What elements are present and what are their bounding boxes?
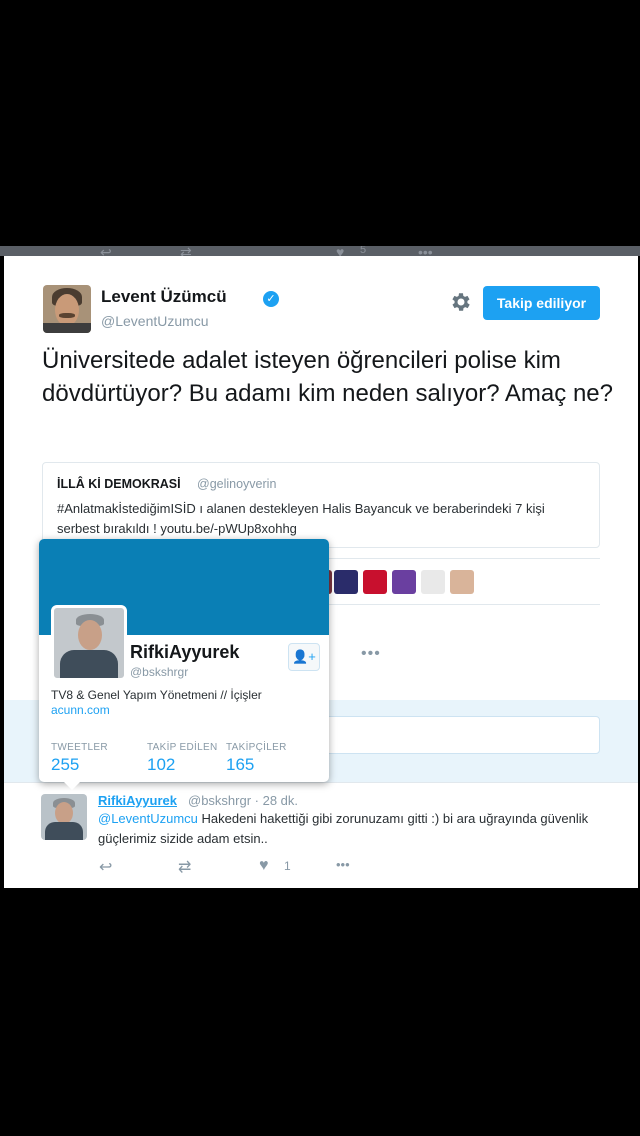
quote-text: #AnlatmakİstediğimISİD ı alanen destekle… bbox=[57, 501, 545, 536]
reply-author-name[interactable]: RifkiAyyurek bbox=[98, 793, 177, 808]
mention-link[interactable]: @LeventUzumcu bbox=[98, 811, 198, 826]
author-name[interactable]: Levent Üzümcü bbox=[101, 287, 227, 307]
profile-hover-card[interactable]: RifkiAyyurek @bskshrgr 👤+ TV8 & Genel Ya… bbox=[39, 539, 329, 790]
author-handle[interactable]: @LeventUzumcu bbox=[101, 313, 209, 329]
liker-avatar[interactable] bbox=[363, 570, 387, 594]
retweet-icon[interactable]: ⇄ bbox=[180, 246, 192, 256]
reply-icon[interactable]: ↩ bbox=[99, 857, 112, 877]
previous-tweet-action-strip: ↩ ⇄ ♥ 5 ••• bbox=[0, 246, 640, 256]
following-button[interactable]: Takip ediliyor bbox=[483, 286, 600, 320]
liker-avatar[interactable] bbox=[392, 570, 416, 594]
reply-text: @LeventUzumcu Hakedeni hakettiği gibi zo… bbox=[98, 809, 618, 849]
profile-handle: @bskshrgr bbox=[130, 665, 189, 679]
profile-link[interactable]: acunn.com bbox=[51, 703, 110, 717]
gear-icon[interactable] bbox=[448, 290, 472, 314]
stat-label-tweets: TWEETLER bbox=[51, 742, 108, 753]
verified-icon: ✓ bbox=[263, 291, 279, 307]
stat-value-followers[interactable]: 165 bbox=[226, 755, 254, 775]
stat-value-tweets[interactable]: 255 bbox=[51, 755, 79, 775]
more-icon[interactable]: ••• bbox=[418, 246, 433, 256]
liker-avatar[interactable] bbox=[334, 570, 358, 594]
popup-caret bbox=[64, 782, 80, 790]
reply-handle-time: @bskshrgr · 28 dk. bbox=[188, 793, 299, 808]
quote-author-handle: @gelinoyverin bbox=[197, 477, 277, 491]
stat-label-followers: TAKİPÇİLER bbox=[226, 742, 287, 753]
stat-label-following: TAKİP EDİLEN bbox=[147, 742, 218, 753]
more-icon[interactable]: ••• bbox=[361, 645, 381, 663]
reply-icon[interactable]: ↩ bbox=[100, 246, 112, 256]
reply-author-avatar[interactable] bbox=[41, 794, 87, 840]
add-user-icon[interactable]: 👤+ bbox=[288, 643, 320, 671]
profile-name[interactable]: RifkiAyyurek bbox=[130, 642, 239, 663]
like-count: 5 bbox=[360, 246, 367, 256]
tweet-text: Üniversitede adalet isteyen öğrencileri … bbox=[42, 347, 613, 407]
quoted-tweet[interactable]: İLLÂ Kİ DEMOKRASİ @gelinoyverin #Anlatma… bbox=[42, 462, 600, 548]
liker-avatar[interactable] bbox=[421, 570, 445, 594]
reply-input[interactable] bbox=[294, 716, 600, 754]
profile-avatar[interactable] bbox=[51, 605, 127, 681]
author-avatar[interactable] bbox=[43, 285, 91, 333]
profile-bio: TV8 & Genel Yapım Yönetmeni // İçişler bbox=[51, 688, 262, 702]
heart-icon[interactable]: ♥ bbox=[259, 857, 269, 875]
quote-author-name: İLLÂ Kİ DEMOKRASİ bbox=[57, 477, 181, 491]
stat-value-following[interactable]: 102 bbox=[147, 755, 175, 775]
heart-icon[interactable]: ♥ bbox=[336, 246, 344, 256]
liker-avatar[interactable] bbox=[450, 570, 474, 594]
divider bbox=[4, 782, 638, 783]
more-icon[interactable]: ••• bbox=[336, 857, 350, 872]
retweet-icon[interactable]: ⇄ bbox=[178, 857, 191, 877]
like-count: 1 bbox=[284, 859, 291, 873]
